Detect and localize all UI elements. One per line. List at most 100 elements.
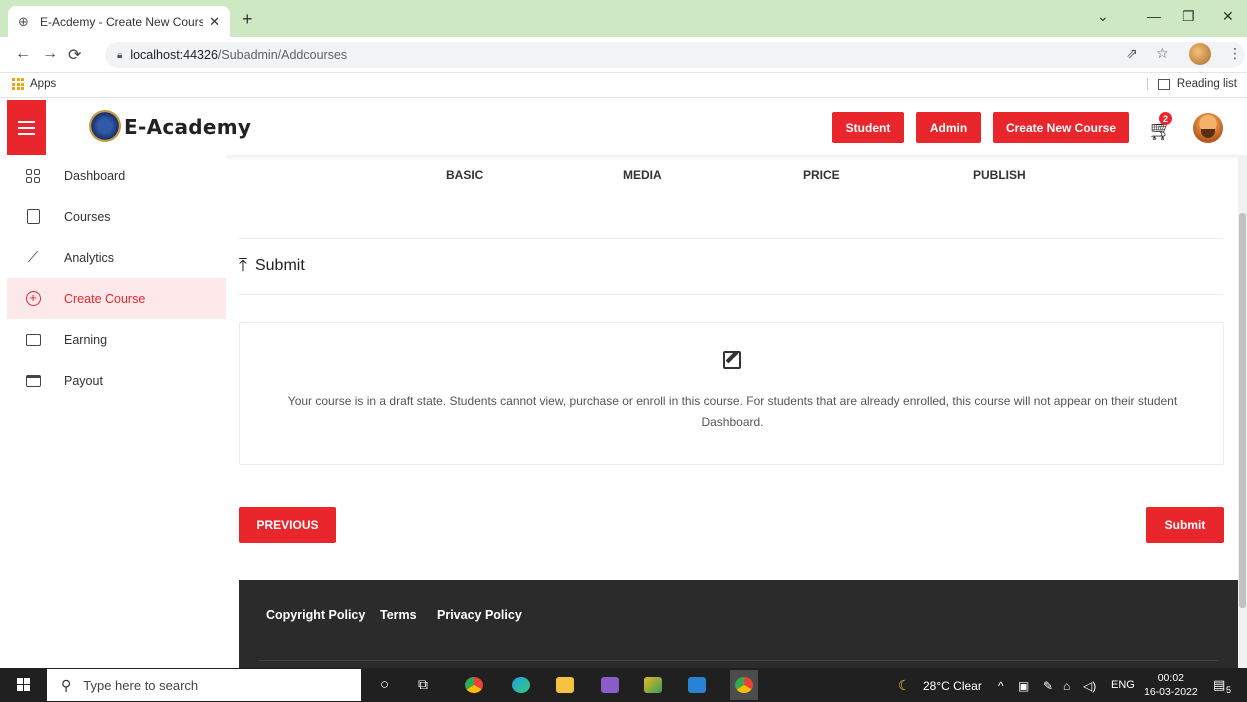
globe-icon: ⊕ [18, 13, 29, 29]
profile-avatar[interactable] [1189, 43, 1211, 65]
weather-text[interactable]: 28°C Clear [923, 679, 982, 693]
admin-button[interactable]: Admin [916, 112, 981, 143]
chrome-profile-icon[interactable] [735, 677, 753, 693]
sidebar-item-payout[interactable]: Payout [7, 360, 226, 401]
submit-button[interactable]: Submit [1146, 507, 1224, 543]
browser-tabbar: ⊕ E-Acdemy - Create New Course ✕ + ⌄ — ❐… [0, 0, 1247, 37]
sidebar-item-label: Earning [64, 332, 108, 347]
search-icon: ⚲ [61, 676, 72, 693]
dashboard-icon [26, 168, 40, 183]
edge-icon[interactable] [512, 677, 530, 693]
previous-button[interactable]: PREVIOUS [239, 507, 336, 543]
page-scrollbar[interactable] [1238, 155, 1247, 668]
sidebar-item-courses[interactable]: Courses [7, 196, 226, 237]
sidebar-item-earning[interactable]: Earning [7, 319, 226, 360]
tray-app-icon[interactable]: ▣ [1018, 679, 1029, 693]
minimize-icon[interactable]: — [1147, 8, 1161, 24]
language-indicator[interactable]: ENG [1111, 679, 1135, 691]
close-window-icon[interactable]: ✕ [1222, 8, 1234, 25]
plus-circle-icon: + [25, 291, 41, 306]
scroll-thumb[interactable] [1239, 213, 1246, 608]
back-icon[interactable]: ← [15, 45, 31, 63]
taskbar-search-placeholder: Type here to search [83, 677, 199, 693]
edit-icon [723, 351, 741, 369]
sidebar-item-analytics[interactable]: ⟋ Analytics [7, 237, 226, 278]
step-price[interactable]: PRICE [803, 168, 840, 182]
clock-date: 16-03-2022 [1144, 686, 1198, 698]
notification-count: 5 [1226, 685, 1232, 695]
app-header: E-Academy Student Admin Create New Cours… [0, 100, 1247, 155]
network-icon[interactable]: ⌂ [1063, 679, 1070, 693]
task-view-icon[interactable]: ⧉ [418, 676, 428, 693]
hamburger-menu-button[interactable] [7, 100, 46, 155]
moon-icon: ☾ [898, 677, 911, 693]
speaker-icon[interactable]: ◁) [1083, 679, 1096, 693]
reading-list-icon [1157, 78, 1170, 90]
app-icon[interactable] [644, 677, 662, 693]
brand-logo [89, 110, 121, 142]
notification-icon[interactable]: ▤ [1213, 677, 1225, 693]
footer-link-terms[interactable]: Terms [380, 608, 417, 622]
restore-icon[interactable]: ❐ [1182, 8, 1195, 25]
student-button[interactable]: Student [832, 112, 904, 143]
cart-badge: 2 [1159, 112, 1172, 125]
chevron-down-icon[interactable]: ⌄ [1097, 8, 1109, 25]
apps-grid-icon [12, 78, 24, 90]
footer-link-privacy[interactable]: Privacy Policy [437, 608, 522, 622]
sidebar: Dashboard Courses ⟋ Analytics + Create C… [7, 155, 226, 668]
chrome-icon[interactable] [465, 677, 483, 693]
url-input[interactable]: 🔒︎ localhost:44326 /Subadmin/Addcourses [105, 42, 1245, 68]
tray-chevron-icon[interactable]: ^ [998, 679, 1004, 693]
apps-bookmark[interactable]: Apps [12, 78, 56, 90]
cortana-icon[interactable]: ○ [380, 676, 389, 693]
close-tab-icon[interactable]: ✕ [209, 14, 220, 30]
wallet-icon [25, 333, 41, 346]
menu-dots-icon[interactable]: ⋮ [1228, 45, 1242, 62]
clock-time: 00:02 [1157, 672, 1184, 684]
taskbar-search[interactable]: ⚲ Type here to search [47, 669, 361, 701]
sidebar-item-label: Create Course [64, 291, 146, 306]
file-explorer-icon[interactable] [556, 677, 574, 693]
sidebar-item-label: Analytics [64, 250, 115, 265]
taskbar-clock[interactable]: 00:02 16-03-2022 [1144, 671, 1198, 699]
step-publish[interactable]: PUBLISH [973, 168, 1026, 182]
document-icon[interactable] [688, 677, 706, 693]
forward-icon[interactable]: → [42, 45, 58, 63]
share-icon[interactable]: ⇗ [1126, 45, 1138, 62]
divider [239, 294, 1223, 295]
upload-icon: ⤒ [239, 255, 247, 275]
brand-name: E-Academy [124, 115, 252, 139]
footer-link-copyright[interactable]: Copyright Policy [266, 608, 365, 622]
sidebar-item-label: Payout [64, 373, 103, 388]
sidebar-item-create-course[interactable]: + Create Course [7, 278, 226, 319]
bookmarks-bar: Apps Reading list [0, 73, 1247, 98]
reload-icon[interactable]: ⟳ [68, 45, 81, 65]
url-path: /Subadmin/Addcourses [217, 48, 348, 62]
chart-line-icon: ⟋ [27, 249, 39, 266]
create-new-course-button[interactable]: Create New Course [993, 112, 1129, 143]
step-media[interactable]: MEDIA [623, 168, 662, 182]
draft-card: Your course is in a draft state. Student… [239, 322, 1224, 465]
step-basic[interactable]: BASIC [446, 168, 483, 182]
url-host: localhost:44326 [130, 48, 218, 62]
visual-studio-icon[interactable] [601, 677, 619, 693]
section-title-text: Submit [254, 256, 305, 274]
lock-icon: 🔒︎ [117, 49, 123, 61]
sidebar-item-dashboard[interactable]: Dashboard [7, 155, 226, 196]
pen-icon[interactable]: ✎ [1043, 679, 1053, 693]
address-bar: ← → ⟳ 🔒︎ localhost:44326 /Subadmin/Addco… [0, 37, 1247, 73]
star-icon[interactable]: ☆ [1156, 45, 1169, 62]
new-tab-button[interactable]: + [242, 9, 253, 30]
draft-message: Your course is in a draft state. Student… [287, 394, 1178, 429]
reading-list-label: Reading list [1176, 78, 1237, 90]
footer: Copyright Policy Terms Privacy Policy [239, 580, 1239, 668]
payout-icon [25, 374, 41, 387]
sidebar-item-label: Dashboard [64, 168, 126, 183]
footer-divider [259, 660, 1219, 661]
divider [239, 238, 1223, 239]
user-avatar[interactable] [1193, 113, 1223, 143]
windows-start-icon[interactable] [17, 678, 30, 691]
tab-title: E-Acdemy - Create New Course [40, 14, 204, 29]
browser-tab[interactable]: ⊕ E-Acdemy - Create New Course ✕ [8, 6, 230, 37]
reading-list-button[interactable]: Reading list [1146, 78, 1237, 90]
